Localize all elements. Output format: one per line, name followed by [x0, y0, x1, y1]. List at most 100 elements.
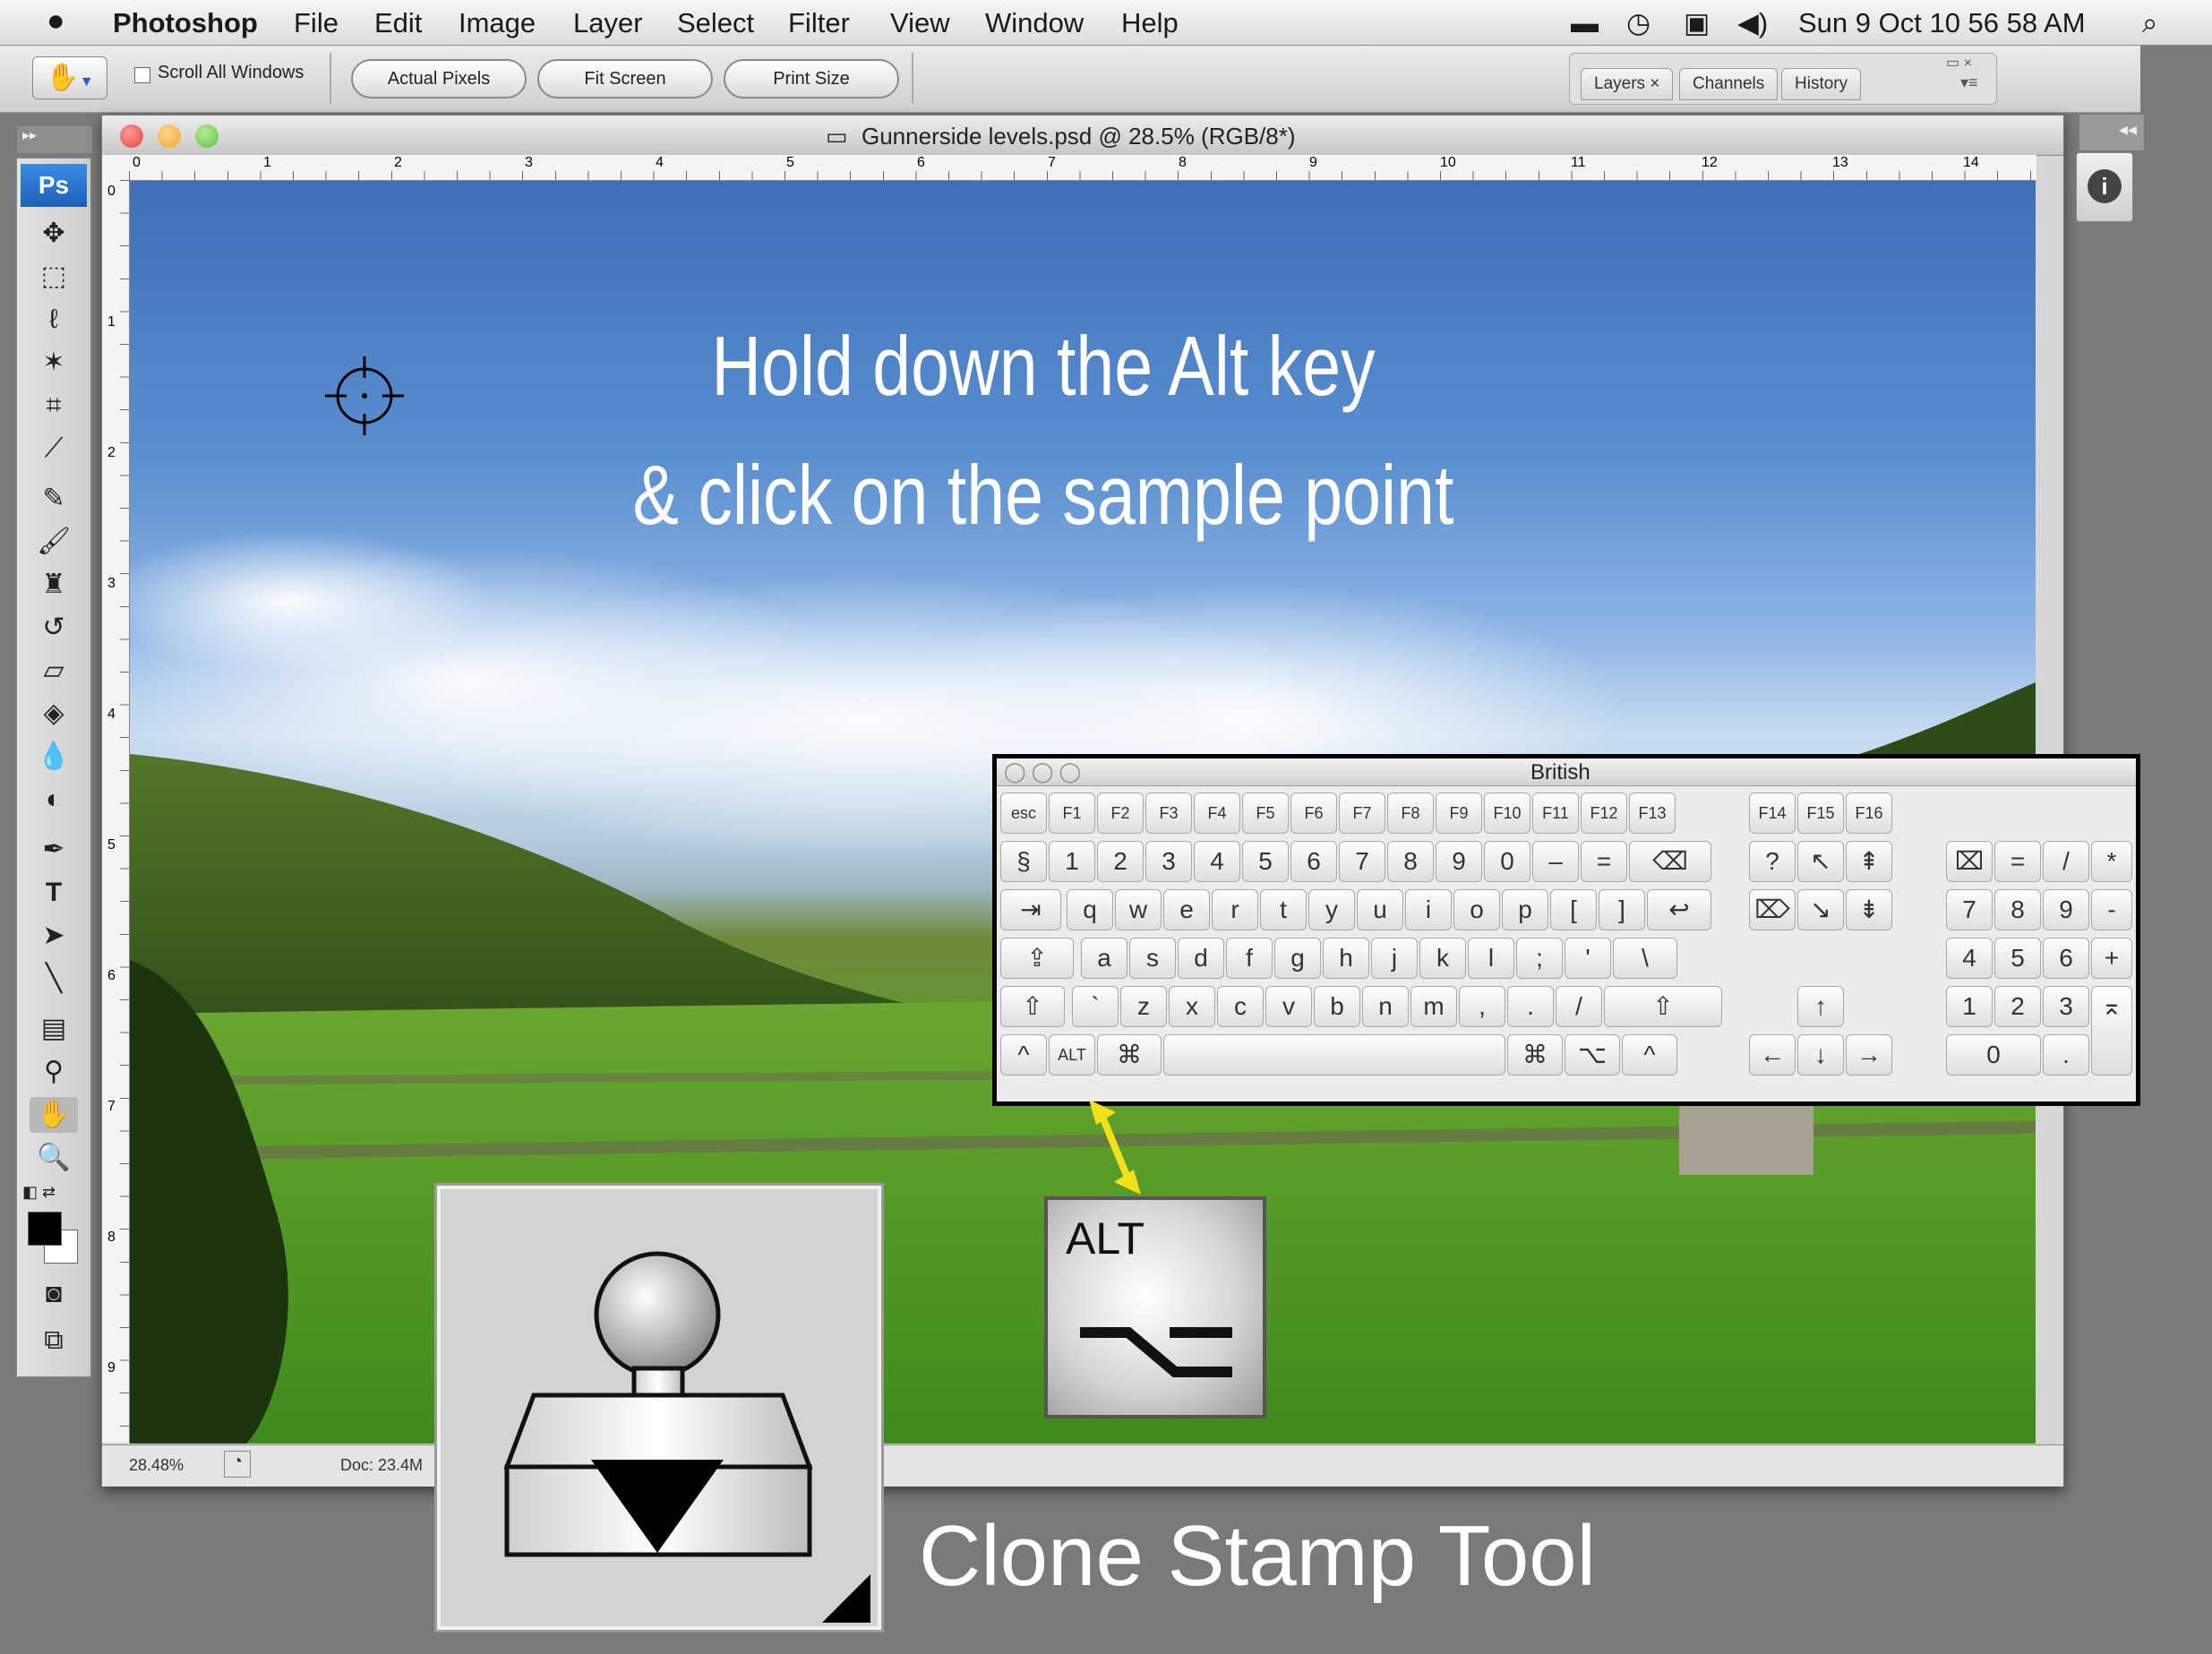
key[interactable]: ↩: [1647, 889, 1711, 930]
key[interactable]: ': [1565, 938, 1611, 979]
numpad-key[interactable]: .: [2043, 1034, 2089, 1076]
menu-image[interactable]: Image: [459, 7, 536, 39]
numpad-key[interactable]: 1: [1946, 986, 1993, 1027]
key-arrow-down[interactable]: ↓: [1797, 1034, 1844, 1076]
key[interactable]: ALT: [1049, 1034, 1095, 1076]
vertical-ruler[interactable]: 0 1 2 3 4 5 6 7 8 9: [102, 180, 130, 1443]
key[interactable]: t: [1260, 889, 1307, 930]
key-f10[interactable]: F10: [1484, 793, 1530, 834]
key[interactable]: z: [1120, 986, 1167, 1027]
key[interactable]: `: [1072, 986, 1119, 1027]
minimize-window-button[interactable]: [158, 124, 181, 148]
key[interactable]: –: [1532, 841, 1579, 882]
keyboard-viewer-icon[interactable]: ▣: [1684, 7, 1710, 39]
key[interactable]: ^: [1000, 1034, 1047, 1076]
type-tool-icon[interactable]: T: [30, 875, 78, 911]
path-selection-tool-icon[interactable]: ➤: [30, 918, 78, 954]
key[interactable]: 1: [1049, 841, 1095, 882]
key[interactable]: ⌫: [1629, 841, 1711, 882]
menu-filter[interactable]: Filter: [788, 7, 850, 39]
menu-window[interactable]: Window: [985, 7, 1084, 39]
lasso-tool-icon[interactable]: ℓ: [30, 302, 78, 338]
key[interactable]: ↘: [1797, 889, 1844, 930]
tab-history[interactable]: History: [1781, 68, 1862, 100]
key[interactable]: =: [1581, 841, 1627, 882]
tab-channels[interactable]: Channels: [1679, 68, 1779, 100]
scroll-all-windows-checkbox[interactable]: [134, 67, 150, 83]
numpad-key[interactable]: =: [1994, 841, 2041, 882]
window-buttons-icon[interactable]: ◯ ◯ ◯: [1004, 760, 1081, 784]
expand-icon[interactable]: ▸▸: [22, 128, 37, 143]
key[interactable]: ]: [1599, 889, 1645, 930]
key[interactable]: n: [1362, 986, 1409, 1027]
menu-edit[interactable]: Edit: [374, 7, 422, 39]
menu-layer[interactable]: Layer: [573, 7, 643, 39]
key[interactable]: ⇟: [1846, 889, 1892, 930]
document-title-bar[interactable]: ▭ Gunnerside levels.psd @ 28.5% (RGB/8*): [102, 116, 2063, 156]
panel-close-icon[interactable]: ▭ ×: [1946, 54, 1972, 72]
key-f8[interactable]: F8: [1387, 793, 1434, 834]
numpad-key[interactable]: /: [2043, 841, 2089, 882]
key-f4[interactable]: F4: [1194, 793, 1240, 834]
horizontal-ruler[interactable]: 0 1 2 3 4 5 6 7 8 9 10 11 12 13 14: [129, 155, 2036, 181]
key[interactable]: 0: [1484, 841, 1530, 882]
key[interactable]: ⇞: [1846, 841, 1892, 882]
menu-file[interactable]: File: [294, 7, 339, 39]
numpad-key[interactable]: 9: [2043, 889, 2089, 930]
slice-tool-icon[interactable]: ⟋: [30, 431, 78, 467]
apple-menu-icon[interactable]: ●: [47, 4, 65, 39]
numpad-key[interactable]: 6: [2043, 938, 2089, 979]
line-tool-icon[interactable]: ╲: [30, 961, 78, 997]
crop-tool-icon[interactable]: ⌗: [30, 388, 78, 424]
key-f16[interactable]: F16: [1846, 793, 1892, 834]
move-tool-icon[interactable]: ✥: [30, 216, 78, 252]
healing-brush-tool-icon[interactable]: ✎: [30, 481, 78, 517]
key[interactable]: ^: [1622, 1034, 1677, 1076]
fit-screen-button[interactable]: Fit Screen: [537, 59, 713, 99]
key[interactable]: y: [1308, 889, 1355, 930]
key[interactable]: 2: [1097, 841, 1144, 882]
key[interactable]: §: [1000, 841, 1047, 882]
key[interactable]: m: [1410, 986, 1457, 1027]
key[interactable]: d: [1178, 938, 1224, 979]
volume-icon[interactable]: ◀): [1737, 7, 1768, 39]
key[interactable]: j: [1371, 938, 1418, 979]
key[interactable]: /: [1556, 986, 1602, 1027]
tab-layers[interactable]: Layers ×: [1581, 68, 1674, 100]
marquee-tool-icon[interactable]: ⬚: [30, 259, 78, 295]
display-icon[interactable]: ▬: [1571, 7, 1599, 39]
key-f15[interactable]: F15: [1797, 793, 1844, 834]
key-f12[interactable]: F12: [1581, 793, 1627, 834]
paint-bucket-tool-icon[interactable]: ◈: [30, 696, 78, 732]
info-panel-button[interactable]: i: [2076, 152, 2133, 222]
key[interactable]: ⌘: [1097, 1034, 1162, 1076]
print-size-button[interactable]: Print Size: [724, 59, 899, 99]
key[interactable]: e: [1163, 889, 1210, 930]
key[interactable]: b: [1314, 986, 1360, 1027]
zoom-level[interactable]: 28.48%: [129, 1456, 184, 1475]
key-arrow-up[interactable]: ↑: [1797, 986, 1844, 1027]
numpad-key[interactable]: 5: [1994, 938, 2041, 979]
key[interactable]: ⌘: [1507, 1034, 1563, 1076]
close-window-button[interactable]: [120, 124, 143, 148]
numpad-key[interactable]: ⌅: [2091, 986, 2132, 1076]
numpad-key[interactable]: 0: [1946, 1034, 2041, 1076]
menubar-clock[interactable]: Sun 9 Oct 10 56 58 AM: [1798, 7, 2086, 39]
menu-view[interactable]: View: [890, 7, 950, 39]
time-machine-icon[interactable]: ◷: [1626, 7, 1650, 39]
panel-menu-icon[interactable]: ▾≡: [1960, 73, 1978, 92]
numpad-key[interactable]: -: [2091, 889, 2132, 930]
notes-tool-icon[interactable]: ▤: [30, 1011, 78, 1047]
menu-select[interactable]: Select: [677, 7, 754, 39]
space-bar[interactable]: [1163, 1034, 1505, 1076]
key[interactable]: 8: [1387, 841, 1434, 882]
key[interactable]: g: [1274, 938, 1321, 979]
zoom-window-button[interactable]: [195, 124, 219, 148]
key[interactable]: \: [1613, 938, 1677, 979]
numpad-key[interactable]: +: [2091, 938, 2132, 979]
numpad-key[interactable]: *: [2091, 841, 2132, 882]
numpad-key[interactable]: 2: [1994, 986, 2041, 1027]
status-menu-icon[interactable]: ◔: [224, 1451, 251, 1478]
numpad-key[interactable]: 4: [1946, 938, 1993, 979]
numpad-key[interactable]: 3: [2043, 986, 2089, 1027]
